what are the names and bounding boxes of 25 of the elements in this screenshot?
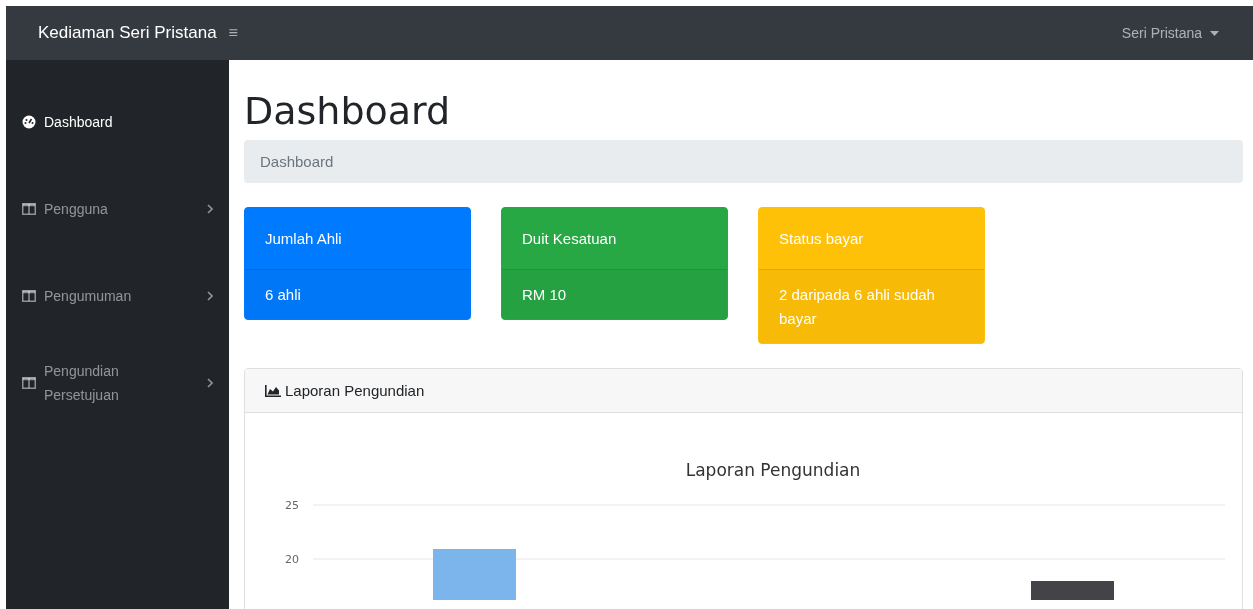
user-menu-button[interactable]: Seri Pristana: [1115, 24, 1225, 42]
sidebar-item[interactable]: Pengumuman: [6, 274, 229, 318]
page-title: Dashboard: [244, 88, 452, 134]
table-icon: [22, 377, 36, 389]
caret-icon: [1210, 30, 1219, 36]
card-value: 2 daripada 6 ahli sudah bayar: [759, 270, 984, 343]
sidebar-item[interactable]: Dashboard: [6, 100, 229, 144]
menu-toggle-button[interactable]: ≡: [224, 22, 242, 44]
brand-title[interactable]: Kediaman Seri Pristana: [38, 23, 217, 43]
card-value: RM 10: [502, 270, 727, 319]
breadcrumb-item[interactable]: Dashboard: [260, 153, 334, 170]
y-axis-tick-label: 25: [285, 499, 299, 512]
chart-title: Laporan Pengundian: [685, 460, 861, 480]
table-icon: [22, 290, 36, 302]
gauge-icon: [22, 115, 36, 129]
sidebar-item[interactable]: Pengundian Persetujuan: [6, 361, 229, 405]
card-title: Jumlah Ahli: [245, 208, 470, 270]
panel-title: Laporan Pengundian: [285, 382, 425, 399]
sidebar-item[interactable]: Pengguna: [6, 187, 229, 231]
card-title: Status bayar: [759, 208, 984, 270]
area-chart-icon: [265, 384, 281, 397]
table-icon: [22, 203, 36, 215]
card-title: Duit Kesatuan: [502, 208, 727, 270]
y-axis-tick-label: 20: [285, 553, 299, 566]
card-value: 6 ahli: [245, 270, 470, 319]
